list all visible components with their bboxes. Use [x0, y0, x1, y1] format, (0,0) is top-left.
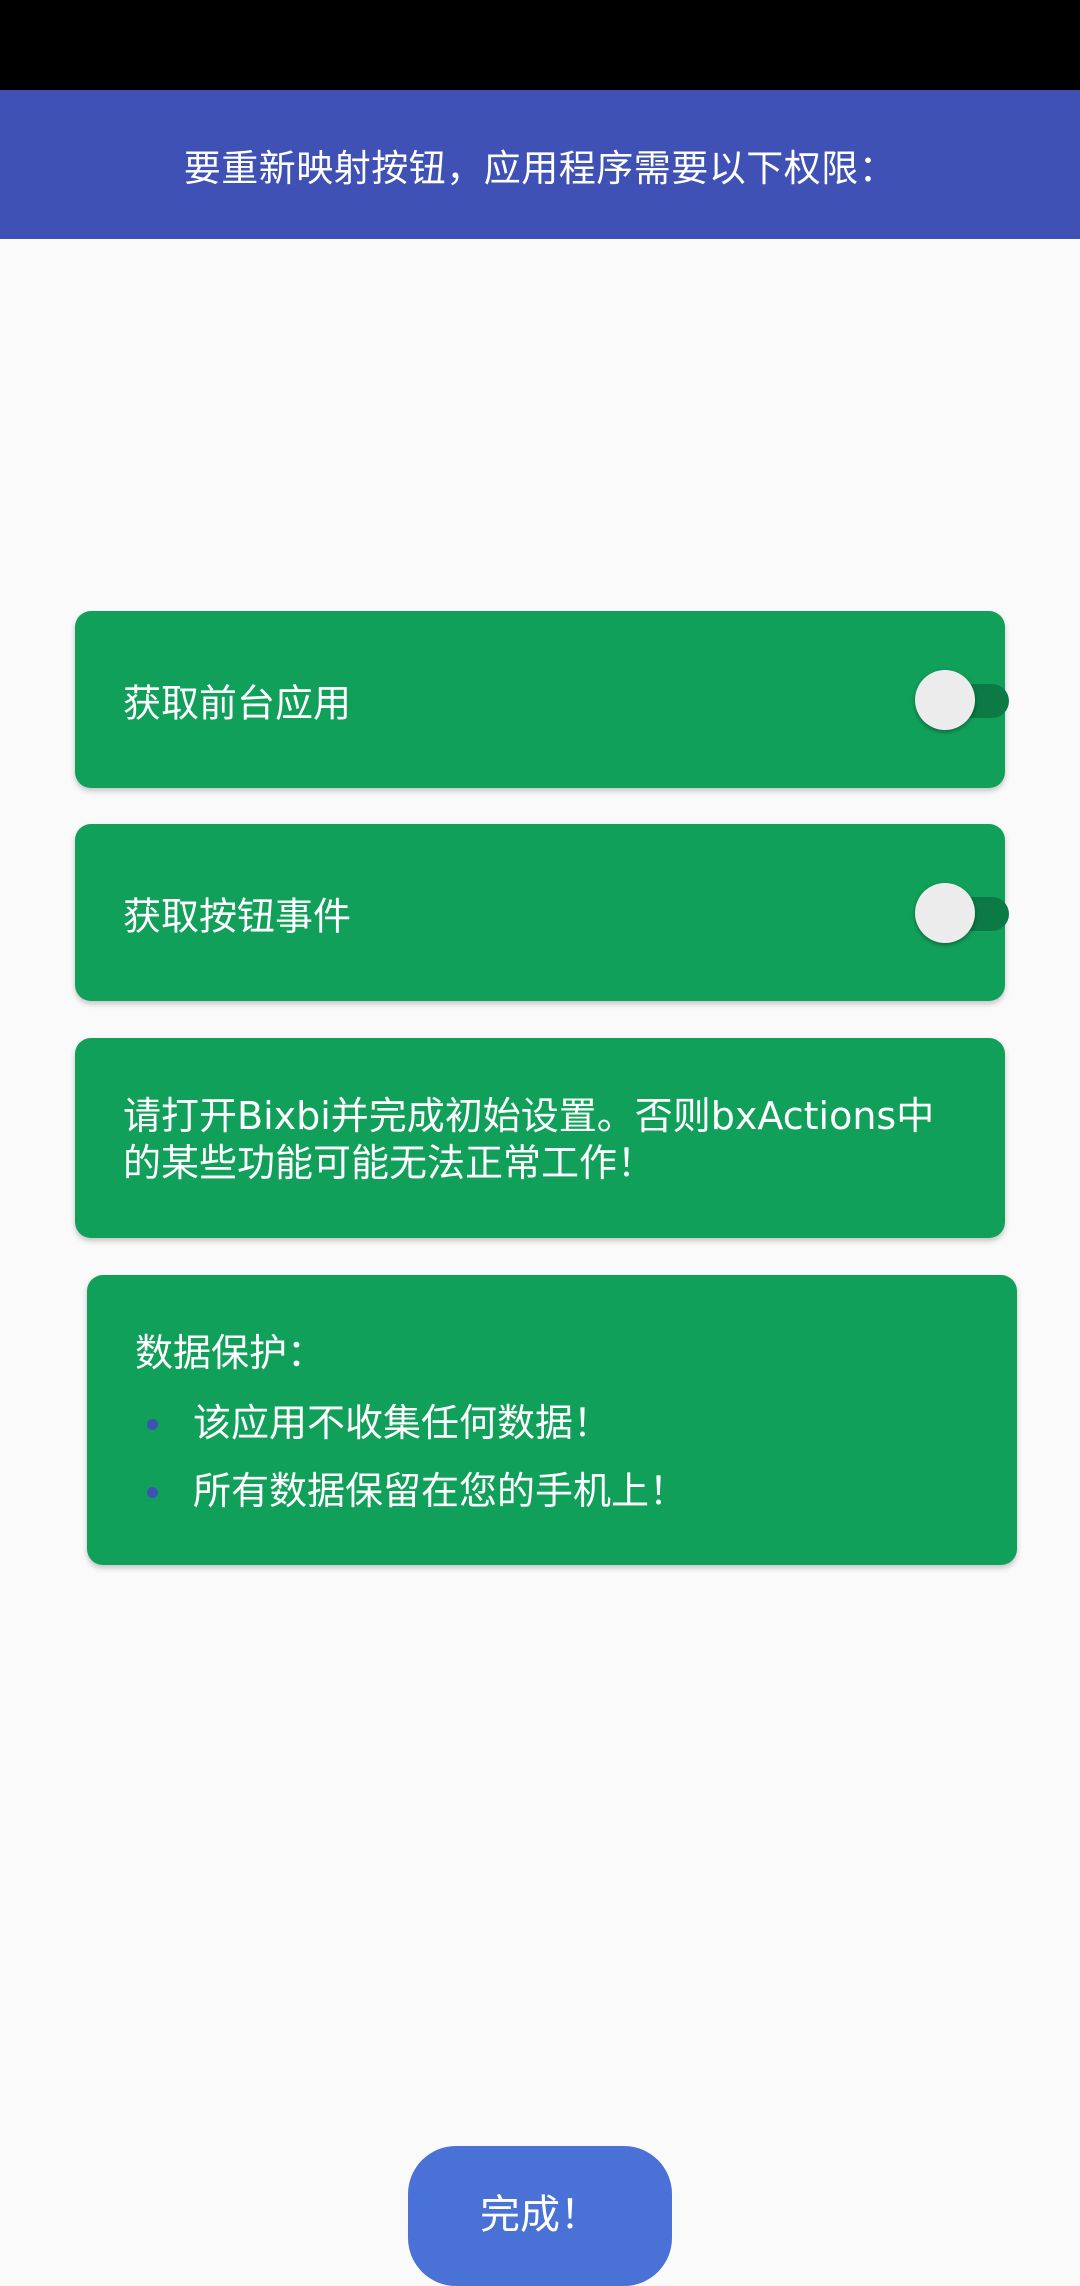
permission-label-foreground-app: 获取前台应用	[123, 681, 352, 725]
list-item: 该应用不收集任何数据！	[135, 1389, 969, 1457]
toggle-thumb	[915, 669, 975, 730]
done-button[interactable]: 完成！	[408, 2146, 672, 2286]
permission-label-button-events: 获取按钮事件	[123, 894, 352, 938]
foreground-app-toggle[interactable]	[915, 669, 1010, 731]
status-bar	[0, 0, 1080, 90]
permission-card-foreground-app: 获取前台应用	[75, 611, 1009, 788]
app-header: 要重新映射按钮，应用程序需要以下权限：	[0, 90, 1080, 239]
bullet-icon	[147, 1419, 158, 1430]
button-events-toggle[interactable]	[915, 882, 1010, 944]
list-item-text: 所有数据保留在您的手机上！	[193, 1469, 688, 1513]
bixby-notice-text: 请打开Bixbi并完成初始设置。否则bxActions中的某些功能可能无法正常工…	[123, 1094, 935, 1185]
permission-card-button-events: 获取按钮事件	[75, 824, 1009, 1001]
data-protection-list: 该应用不收集任何数据！ 所有数据保留在您的手机上！	[135, 1389, 969, 1525]
data-protection-card: 数据保护： 该应用不收集任何数据！ 所有数据保留在您的手机上！	[87, 1275, 1017, 1565]
toggle-thumb	[915, 882, 975, 943]
bixby-notice-card: 请打开Bixbi并完成初始设置。否则bxActions中的某些功能可能无法正常工…	[75, 1038, 1005, 1238]
bullet-icon	[147, 1487, 158, 1498]
header-title: 要重新映射按钮，应用程序需要以下权限：	[183, 146, 897, 190]
list-item-text: 该应用不收集任何数据！	[193, 1401, 612, 1445]
list-item: 所有数据保留在您的手机上！	[135, 1457, 969, 1525]
data-protection-title: 数据保护：	[135, 1331, 326, 1375]
